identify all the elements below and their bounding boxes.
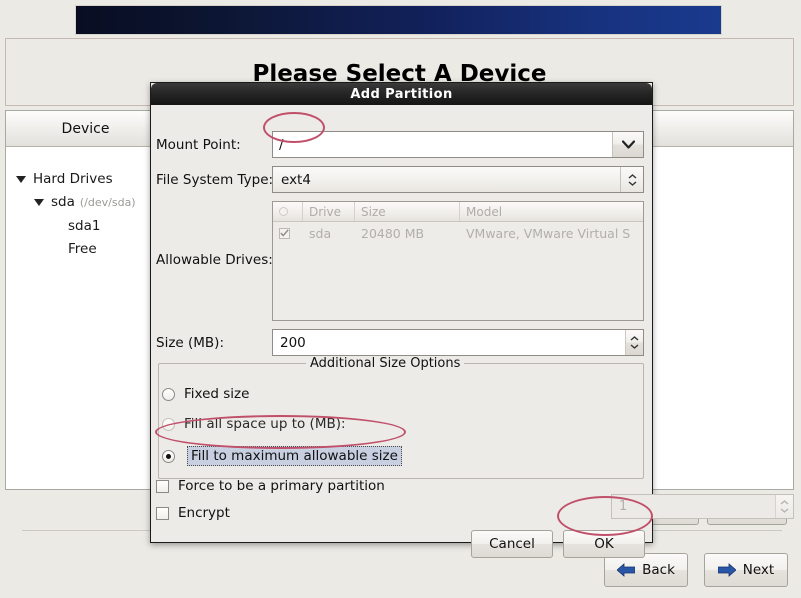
file-system-type-select[interactable]: ext4 bbox=[272, 166, 644, 193]
radio-unselected-icon[interactable] bbox=[162, 417, 175, 431]
allowable-drives-table[interactable]: Drive Size Model sda 20480 MB VMware, VM… bbox=[272, 201, 644, 321]
tree-item-device-path: (/dev/sda) bbox=[79, 195, 136, 209]
additional-size-options-legend: Additional Size Options bbox=[306, 356, 465, 371]
size-stepper-buttons[interactable] bbox=[625, 330, 643, 355]
fill-up-to-value: 1 bbox=[619, 499, 628, 514]
fill-up-to-spinner: 1 bbox=[611, 494, 794, 519]
tree-item-hard-drives[interactable]: Hard Drives bbox=[16, 171, 113, 187]
mount-point-combo[interactable] bbox=[272, 131, 644, 158]
installer-banner bbox=[75, 5, 722, 35]
dialog-title: Add Partition bbox=[350, 86, 453, 102]
row-checkbox-cell[interactable] bbox=[273, 227, 303, 239]
checkbox-unchecked-icon[interactable] bbox=[156, 506, 169, 520]
chevron-down-icon[interactable] bbox=[612, 132, 643, 157]
column-header-drive: Drive bbox=[303, 202, 355, 221]
cell-model: VMware, VMware Virtual S bbox=[466, 225, 631, 241]
stepper-up-icon[interactable] bbox=[630, 336, 639, 341]
size-value[interactable]: 200 bbox=[273, 330, 625, 355]
column-header-model: Model bbox=[466, 204, 503, 219]
cell-drive: sda bbox=[309, 225, 332, 241]
cancel-button[interactable]: Cancel bbox=[471, 530, 553, 558]
checkbox-encrypt[interactable]: Encrypt bbox=[156, 505, 230, 521]
radio-fixed-size-label: Fixed size bbox=[184, 386, 250, 402]
radio-fill-all-space-label: Fill all space up to (MB): bbox=[184, 416, 346, 432]
add-partition-dialog: Add Partition Mount Point: File System T… bbox=[150, 82, 794, 558]
dialog-title-bar: Add Partition bbox=[151, 83, 652, 105]
allowable-drives-label: Allowable Drives: bbox=[156, 252, 273, 268]
arrow-right-icon bbox=[717, 563, 736, 577]
checkbox-force-primary-partition[interactable]: Force to be a primary partition bbox=[156, 478, 385, 494]
tree-item-label: Hard Drives bbox=[33, 171, 113, 187]
mount-point-label: Mount Point: bbox=[156, 137, 241, 153]
radio-fill-to-maximum-allowable-size[interactable]: Fill to maximum allowable size bbox=[162, 446, 402, 466]
checkbox-encrypt-label: Encrypt bbox=[178, 505, 230, 521]
column-header-select bbox=[273, 202, 303, 221]
stepper-down-icon bbox=[780, 508, 789, 513]
cell-size: 20480 MB bbox=[361, 225, 425, 241]
table-row[interactable]: sda 20480 MB VMware, VMware Virtual S bbox=[273, 222, 643, 244]
radio-selected-icon[interactable] bbox=[162, 449, 175, 463]
dialog-body: Mount Point: File System Type: ext4 Allo… bbox=[151, 105, 794, 558]
file-system-type-value: ext4 bbox=[281, 171, 311, 188]
checkbox-unchecked-icon[interactable] bbox=[156, 479, 169, 493]
select-all-circle-icon bbox=[279, 207, 288, 216]
size-spinner[interactable]: 200 bbox=[272, 329, 644, 356]
table-header-row: Drive Size Model bbox=[273, 202, 643, 222]
expander-triangle-icon[interactable] bbox=[16, 175, 26, 183]
stepper-up-icon bbox=[780, 500, 789, 505]
file-system-type-label: File System Type: bbox=[156, 172, 274, 188]
device-column-header[interactable]: Device bbox=[6, 111, 166, 147]
arrow-left-icon bbox=[617, 563, 636, 577]
size-label: Size (MB): bbox=[156, 335, 224, 351]
stepper-down-icon[interactable] bbox=[630, 344, 639, 349]
back-button-label: Back bbox=[642, 562, 675, 578]
mount-point-input[interactable] bbox=[273, 132, 612, 157]
next-button[interactable]: Next bbox=[704, 553, 788, 587]
updown-chevron-icon[interactable] bbox=[620, 167, 643, 192]
expander-triangle-icon[interactable] bbox=[34, 198, 44, 206]
ok-button[interactable]: OK bbox=[563, 530, 645, 558]
radio-fill-to-maximum-label: Fill to maximum allowable size bbox=[187, 446, 402, 466]
radio-fill-all-space-up-to[interactable]: Fill all space up to (MB): bbox=[162, 416, 346, 432]
tree-item-label: Free bbox=[68, 241, 97, 257]
next-button-label: Next bbox=[742, 562, 775, 578]
tree-item-free[interactable]: Free bbox=[68, 241, 97, 257]
radio-fixed-size[interactable]: Fixed size bbox=[162, 386, 249, 402]
back-button[interactable]: Back bbox=[604, 553, 688, 587]
fill-up-to-stepper-buttons bbox=[775, 495, 793, 518]
tree-item-sda1[interactable]: sda1 bbox=[68, 218, 100, 234]
radio-unselected-icon[interactable] bbox=[162, 387, 175, 401]
tree-item-label: sda1 bbox=[68, 218, 101, 234]
column-header-size: Size bbox=[355, 202, 460, 221]
tree-item-label: sda bbox=[51, 194, 75, 210]
checkbox-checked-icon[interactable] bbox=[279, 227, 290, 239]
tree-item-sda[interactable]: sda (/dev/sda) bbox=[34, 194, 136, 210]
checkbox-force-primary-label: Force to be a primary partition bbox=[178, 478, 385, 494]
